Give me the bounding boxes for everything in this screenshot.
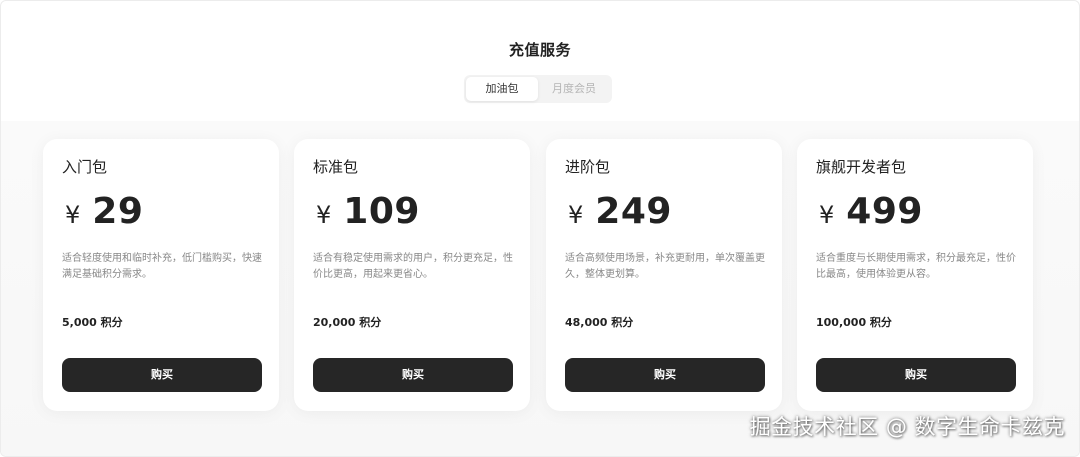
currency-symbol: ¥ — [819, 201, 835, 229]
plan-name: 进阶包 — [565, 158, 611, 176]
buy-button[interactable]: 购买 — [816, 358, 1016, 392]
buy-button[interactable]: 购买 — [62, 358, 262, 392]
price-amount: 29 — [92, 191, 144, 232]
plan-card-advanced: 进阶包 ¥ 249 适合高频使用场景，补充更耐用，单次覆盖更久，整体更划算。 4… — [546, 139, 782, 411]
plan-name: 旗舰开发者包 — [816, 158, 907, 176]
buy-button[interactable]: 购买 — [313, 358, 513, 392]
price-amount: 499 — [846, 191, 923, 232]
buy-button[interactable]: 购买 — [565, 358, 765, 392]
page-title: 充值服务 — [508, 41, 571, 59]
plan-card-starter: 入门包 ¥ 29 适合轻度使用和临时补充，低门槛购买，快速满足基础积分需求。 5… — [43, 139, 279, 411]
plan-points: 20,000 积分 — [313, 316, 382, 329]
plan-points: 100,000 积分 — [816, 316, 892, 329]
plan-type-tabs: 加油包 月度会员 — [464, 75, 612, 103]
plan-name: 入门包 — [62, 158, 108, 176]
plan-price: ¥ 249 — [568, 191, 672, 232]
recharge-page: 充值服务 加油包 月度会员 入门包 ¥ 29 适合轻度使用和临时补充，低门槛购买… — [0, 0, 1080, 457]
watermark-text: 掘金技术社区 @ 数字生命卡兹克 — [749, 415, 1065, 439]
plan-description: 适合有稳定使用需求的用户，积分更充足，性价比更高，用起来更省心。 — [313, 253, 513, 280]
plan-price: ¥ 499 — [819, 191, 923, 232]
currency-symbol: ¥ — [316, 201, 332, 229]
price-amount: 249 — [595, 191, 672, 232]
plan-price: ¥ 109 — [316, 191, 420, 232]
plan-points: 48,000 积分 — [565, 316, 634, 329]
plan-card-flagship: 旗舰开发者包 ¥ 499 适合重度与长期使用需求，积分最充足，性价比最高，使用体… — [797, 139, 1033, 411]
plan-price: ¥ 29 — [65, 191, 143, 232]
price-amount: 109 — [343, 191, 420, 232]
plan-description: 适合高频使用场景，补充更耐用，单次覆盖更久，整体更划算。 — [565, 253, 765, 280]
plan-name: 标准包 — [313, 158, 359, 176]
plan-description: 适合轻度使用和临时补充，低门槛购买，快速满足基础积分需求。 — [62, 253, 262, 280]
plan-points: 5,000 积分 — [62, 316, 123, 329]
tab-monthly-membership[interactable]: 月度会员 — [538, 77, 610, 101]
plan-card-standard: 标准包 ¥ 109 适合有稳定使用需求的用户，积分更充足，性价比更高，用起来更省… — [294, 139, 530, 411]
currency-symbol: ¥ — [65, 201, 81, 229]
tab-fuel-pack[interactable]: 加油包 — [466, 77, 538, 101]
currency-symbol: ¥ — [568, 201, 584, 229]
plan-description: 适合重度与长期使用需求，积分最充足，性价比最高，使用体验更从容。 — [816, 253, 1016, 280]
